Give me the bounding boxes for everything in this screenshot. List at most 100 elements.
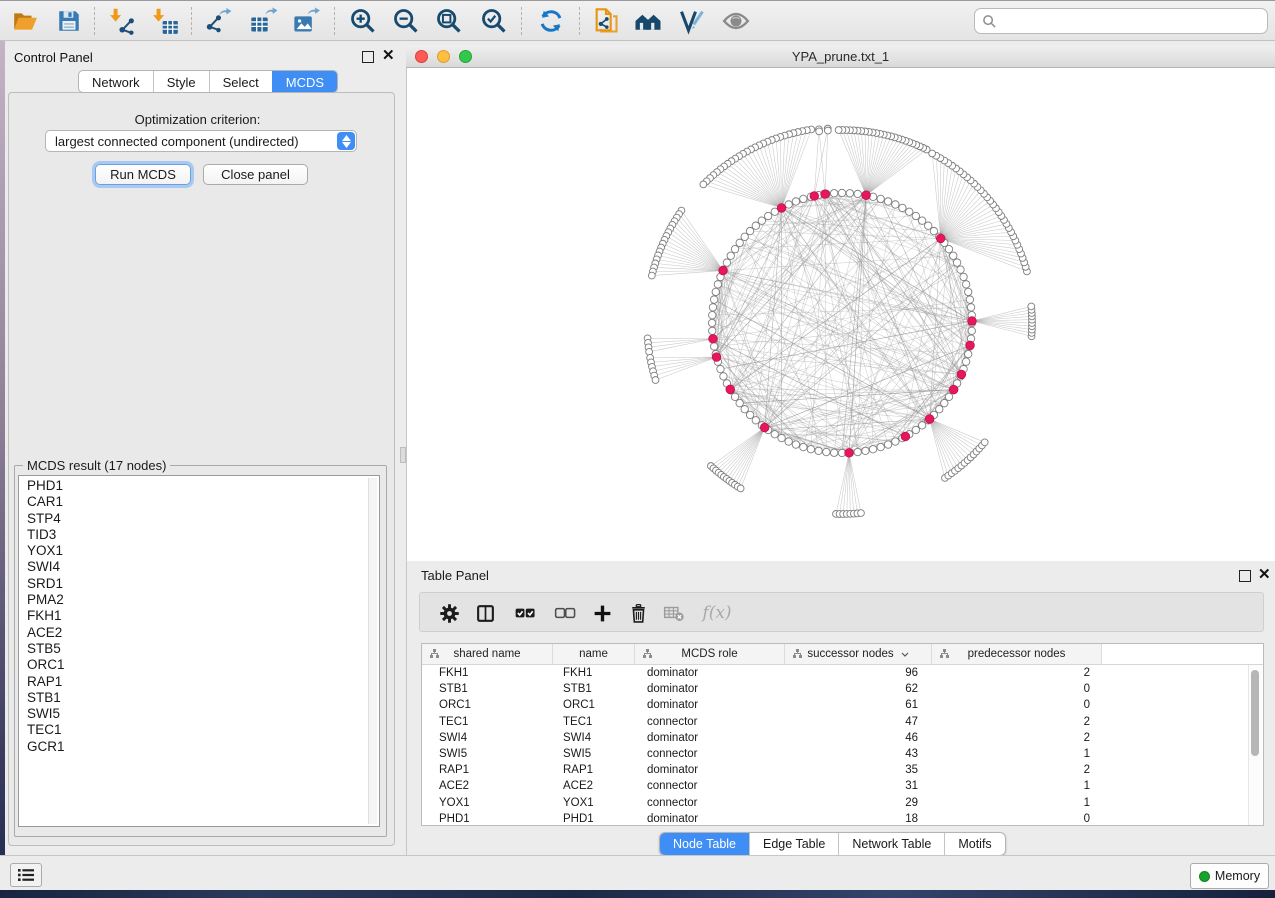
cell-name[interactable]: ORC1 <box>553 699 635 711</box>
table-row[interactable]: TEC1TEC1connector472 <box>422 714 1263 730</box>
cell-mcds_role[interactable]: connector <box>635 748 785 760</box>
cell-predecessor_nodes[interactable]: 0 <box>932 699 1102 711</box>
table-row[interactable]: FKH1FKH1dominator962 <box>422 665 1263 681</box>
export-image-button[interactable] <box>290 5 322 37</box>
search-input[interactable] <box>1001 13 1267 29</box>
mcds-result-item[interactable]: ORC1 <box>19 657 379 673</box>
bird-eye-view-button[interactable] <box>720 5 752 37</box>
cell-shared_name[interactable]: FKH1 <box>422 667 553 679</box>
cell-mcds_role[interactable]: dominator <box>635 813 785 825</box>
optimization-criterion-select[interactable]: largest connected component (undirected) <box>45 130 357 152</box>
cell-shared_name[interactable]: SWI4 <box>422 732 553 744</box>
table-row[interactable]: PHD1PHD1dominator180 <box>422 811 1263 827</box>
column-header-MCDS-role[interactable]: MCDS role <box>635 644 785 664</box>
export-table-button[interactable] <box>247 5 279 37</box>
cell-mcds_role[interactable]: dominator <box>635 699 785 711</box>
cell-successor_nodes[interactable]: 96 <box>785 667 932 679</box>
cell-shared_name[interactable]: ACE2 <box>422 780 553 792</box>
apply-layout-button[interactable] <box>535 5 567 37</box>
export-network-button[interactable] <box>202 5 234 37</box>
tab-style[interactable]: Style <box>153 71 209 92</box>
delete-table-button[interactable] <box>659 598 689 628</box>
cell-predecessor_nodes[interactable]: 2 <box>932 732 1102 744</box>
float-table-panel-icon[interactable] <box>1239 570 1251 582</box>
column-header-predecessor-nodes[interactable]: predecessor nodes <box>932 644 1102 664</box>
cell-predecessor_nodes[interactable]: 0 <box>932 683 1102 695</box>
mcds-list-scrollbar[interactable] <box>368 478 377 824</box>
style-editor-button[interactable] <box>676 5 708 37</box>
cell-mcds_role[interactable]: dominator <box>635 732 785 744</box>
tab-mcds[interactable]: MCDS <box>272 71 337 92</box>
cell-name[interactable]: PHD1 <box>553 813 635 825</box>
cell-shared_name[interactable]: YOX1 <box>422 797 553 809</box>
column-header-name[interactable]: name <box>553 644 635 664</box>
table-row[interactable]: YOX1YOX1connector291 <box>422 795 1263 811</box>
delete-column-button[interactable] <box>623 598 653 628</box>
cell-mcds_role[interactable]: connector <box>635 780 785 792</box>
cell-mcds_role[interactable]: connector <box>635 716 785 728</box>
mcds-result-item[interactable]: GCR1 <box>19 739 379 755</box>
mcds-result-item[interactable]: FKH1 <box>19 608 379 624</box>
mcds-result-item[interactable]: PHD1 <box>19 478 379 494</box>
table-settings-button[interactable] <box>434 598 464 628</box>
cell-name[interactable]: TEC1 <box>553 716 635 728</box>
cell-name[interactable]: RAP1 <box>553 764 635 776</box>
function-builder-button[interactable]: f(x) <box>695 598 739 628</box>
cell-successor_nodes[interactable]: 18 <box>785 813 932 825</box>
search-field[interactable] <box>974 8 1268 34</box>
cell-name[interactable]: SWI4 <box>553 732 635 744</box>
zoom-in-button[interactable] <box>347 5 379 37</box>
cell-mcds_role[interactable]: dominator <box>635 667 785 679</box>
mcds-result-item[interactable]: STB5 <box>19 641 379 657</box>
cell-shared_name[interactable]: SWI5 <box>422 748 553 760</box>
close-panel-button[interactable]: Close panel <box>203 164 308 185</box>
mcds-result-item[interactable]: CAR1 <box>19 494 379 510</box>
cell-mcds_role[interactable]: dominator <box>635 764 785 776</box>
cell-successor_nodes[interactable]: 43 <box>785 748 932 760</box>
mcds-result-item[interactable]: ACE2 <box>19 625 379 641</box>
cell-name[interactable]: YOX1 <box>553 797 635 809</box>
mcds-result-item[interactable]: STP4 <box>19 511 379 527</box>
cell-predecessor_nodes[interactable]: 1 <box>932 797 1102 809</box>
close-table-panel-icon[interactable]: ✕ <box>1258 570 1271 580</box>
cell-shared_name[interactable]: STB1 <box>422 683 553 695</box>
table-row[interactable]: ACE2ACE2connector311 <box>422 778 1263 794</box>
mcds-result-item[interactable]: RAP1 <box>19 674 379 690</box>
import-table-button[interactable] <box>149 5 181 37</box>
table-row[interactable]: ORC1ORC1dominator610 <box>422 697 1263 713</box>
cell-shared_name[interactable]: ORC1 <box>422 699 553 711</box>
table-row[interactable]: RAP1RAP1dominator352 <box>422 762 1263 778</box>
cell-successor_nodes[interactable]: 61 <box>785 699 932 711</box>
zoom-fit-button[interactable] <box>433 5 465 37</box>
import-network-button[interactable] <box>106 5 138 37</box>
cell-mcds_role[interactable]: dominator <box>635 683 785 695</box>
zoom-selected-button[interactable] <box>478 5 510 37</box>
cell-shared_name[interactable]: TEC1 <box>422 716 553 728</box>
cell-predecessor_nodes[interactable]: 2 <box>932 667 1102 679</box>
tab-node-table[interactable]: Node Table <box>660 833 749 855</box>
tab-network[interactable]: Network <box>79 71 153 92</box>
cell-predecessor_nodes[interactable]: 1 <box>932 748 1102 760</box>
cell-shared_name[interactable]: PHD1 <box>422 813 553 825</box>
network-from-file-button[interactable] <box>590 5 622 37</box>
open-session-button[interactable] <box>9 5 41 37</box>
cell-shared_name[interactable]: RAP1 <box>422 764 553 776</box>
deselect-all-rows-button[interactable] <box>550 598 580 628</box>
cell-successor_nodes[interactable]: 47 <box>785 716 932 728</box>
cell-successor_nodes[interactable]: 62 <box>785 683 932 695</box>
tab-select[interactable]: Select <box>209 71 272 92</box>
mcds-result-item[interactable]: TID3 <box>19 527 379 543</box>
zoom-out-button[interactable] <box>390 5 422 37</box>
network-canvas[interactable] <box>406 68 1275 561</box>
cell-name[interactable]: ACE2 <box>553 780 635 792</box>
table-row[interactable]: SWI5SWI5connector431 <box>422 746 1263 762</box>
cell-successor_nodes[interactable]: 35 <box>785 764 932 776</box>
memory-button[interactable]: Memory <box>1190 863 1269 889</box>
column-header-successor-nodes[interactable]: successor nodes <box>785 644 932 664</box>
float-panel-icon[interactable] <box>362 51 374 63</box>
mcds-result-item[interactable]: STB1 <box>19 690 379 706</box>
task-history-button[interactable] <box>10 863 42 887</box>
mcds-result-item[interactable]: SRD1 <box>19 576 379 592</box>
close-panel-icon[interactable]: ✕ <box>382 51 395 61</box>
cell-predecessor_nodes[interactable]: 0 <box>932 813 1102 825</box>
